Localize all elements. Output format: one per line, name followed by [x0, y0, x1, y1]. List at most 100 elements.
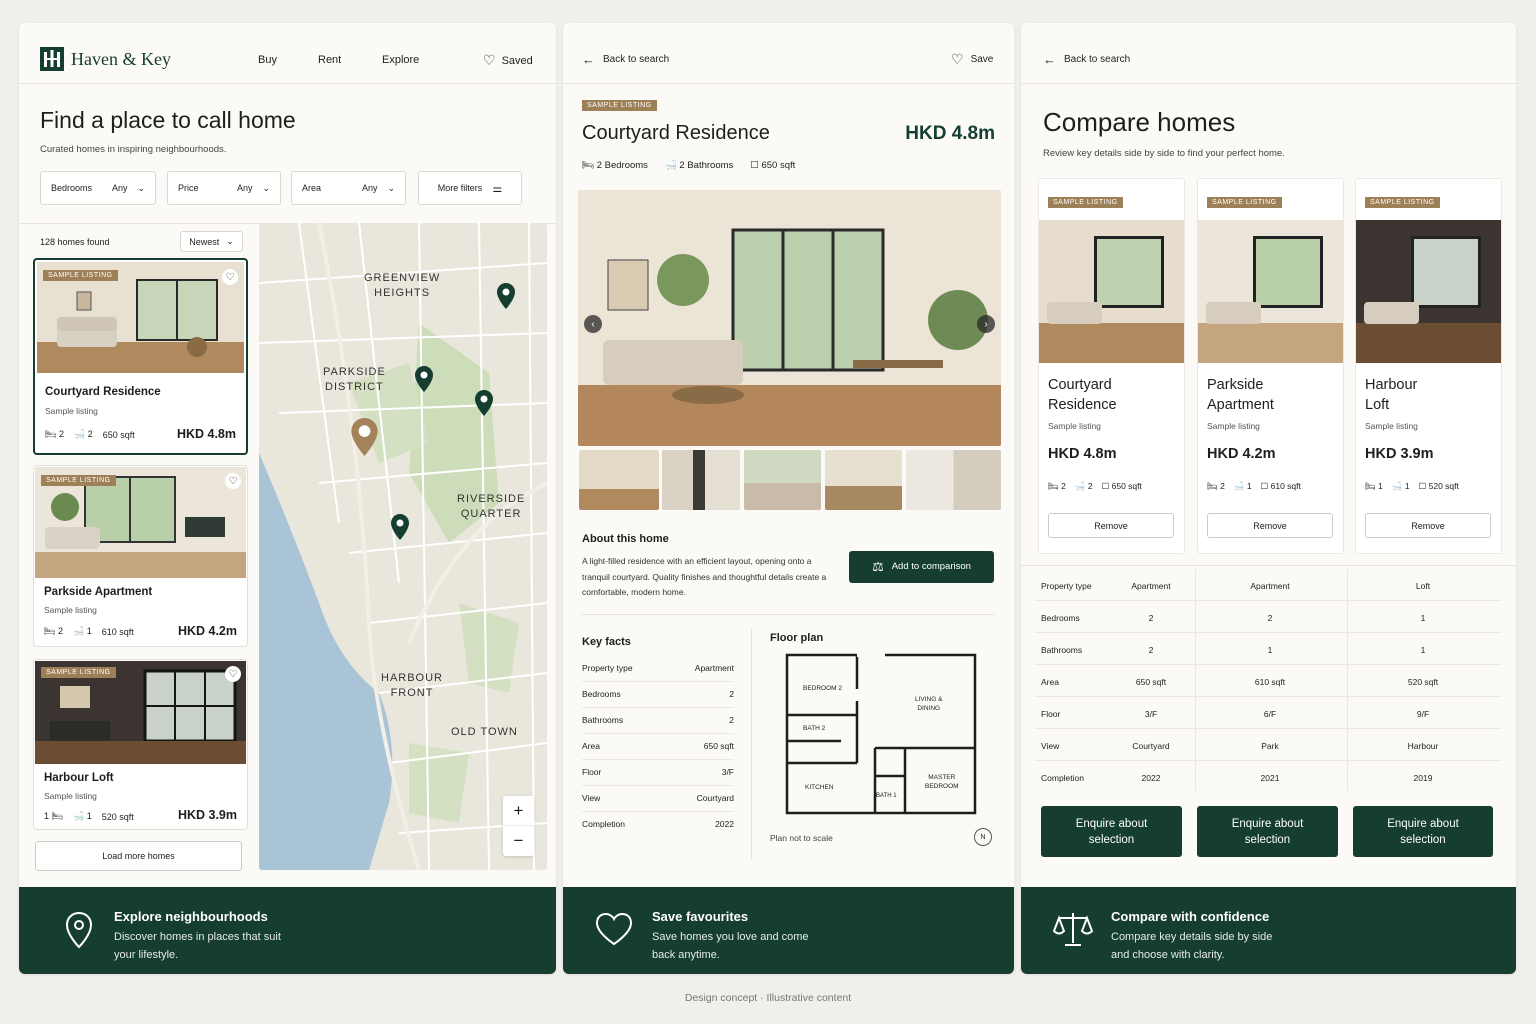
bed-icon: 🛏 — [1365, 481, 1376, 491]
brand-name: Haven & Key — [71, 48, 171, 69]
listing-subtitle: Sample listing — [45, 406, 98, 416]
chevron-down-icon: ⌄ — [387, 182, 395, 193]
thumbnail[interactable] — [825, 450, 902, 510]
page-subtitle: Curated homes in inspiring neighbourhood… — [40, 144, 227, 155]
more-filters-button[interactable]: More filters ⚌ — [418, 171, 522, 205]
header-divider — [563, 83, 1014, 84]
load-more-button[interactable]: Load more homes — [35, 841, 242, 871]
living-room-image — [578, 190, 1001, 446]
save-button[interactable]: ♡ Save — [951, 51, 993, 68]
thumbnail[interactable] — [662, 450, 740, 510]
heart-icon[interactable]: ♡ — [222, 269, 238, 285]
map-pin-selected-icon[interactable] — [351, 418, 378, 456]
baths-count: 1 — [86, 626, 92, 636]
heart-icon[interactable]: ♡ — [225, 473, 241, 489]
listing-card[interactable]: Sample listing ♡ Harbour Loft Sample lis… — [33, 659, 248, 830]
compare-row: Bathrooms 2 1 1 — [1035, 633, 1501, 665]
back-link[interactable]: ← Back to search — [582, 52, 669, 67]
logo-mark-icon — [40, 47, 64, 71]
feature-description: Save homes you love and come back anytime… — [652, 931, 809, 961]
thumbnail[interactable] — [744, 450, 821, 510]
key-fact-row: Property type Apartment — [582, 663, 734, 682]
compare-subtitle: Review key details side by side to find … — [1043, 148, 1285, 159]
compare-card: Sample listing Parkside Apartment Sample li… — [1197, 178, 1344, 554]
carousel-next-button[interactable]: › — [977, 315, 995, 333]
add-comparison-label: Add to comparison — [891, 561, 971, 572]
compare-home-price: HKD 4.2m — [1207, 446, 1276, 462]
enquire-button[interactable]: Enquire about selection — [1197, 806, 1338, 857]
key-fact-value: 2 — [729, 689, 734, 699]
results-count: 128 homes found — [40, 237, 110, 247]
nav-buy[interactable]: Buy — [258, 54, 277, 66]
remove-button[interactable]: Remove — [1048, 513, 1174, 538]
remove-button[interactable]: Remove — [1365, 513, 1491, 538]
thumbnail[interactable] — [579, 450, 659, 510]
filter-bedrooms[interactable]: Bedrooms Any ⌄ — [40, 171, 156, 205]
compare-cell: 2019 — [1413, 773, 1433, 783]
map-pin-icon[interactable] — [415, 366, 433, 392]
add-to-comparison-button[interactable]: ⚖ Add to comparison — [849, 551, 994, 583]
location-pin-icon — [65, 911, 93, 949]
header-divider — [1021, 83, 1516, 84]
key-fact-row: Area 650 sqft — [582, 741, 734, 760]
save-label: Save — [970, 54, 994, 65]
bath-icon: 🛁 — [1391, 481, 1403, 491]
filter-price[interactable]: Price Any ⌄ — [167, 171, 281, 205]
thumbnail[interactable] — [906, 450, 1001, 510]
compare-cell: 1 — [1267, 645, 1273, 655]
compare-cell: 9/F — [1416, 709, 1430, 719]
listing-card[interactable]: Sample listing ♡ Parkside Apartment Samp… — [33, 465, 248, 647]
compare-home-facts: 🛏 2 🛁 2 ☐ 650 sqft — [1048, 481, 1142, 492]
listing-subtitle: Sample listing — [44, 605, 97, 615]
key-fact-label: Area — [582, 741, 600, 751]
compare-cell: 2021 — [1260, 773, 1280, 783]
enquire-label: Enquire about selection — [1231, 817, 1304, 846]
compare-card: Sample listing Harbour Loft Sample listing H… — [1355, 178, 1502, 554]
arrow-left-icon: ← — [1043, 52, 1056, 67]
key-fact-row: Completion 2022 — [582, 819, 734, 837]
compare-cell: 2 — [1148, 645, 1154, 655]
remove-button[interactable]: Remove — [1207, 513, 1333, 538]
compare-row-label: Area — [1041, 677, 1059, 687]
compare-home-facts: 🛏 2 🛁 1 ☐ 610 sqft — [1207, 481, 1301, 492]
zoom-out-button[interactable]: − — [503, 826, 534, 856]
area-value: 520 sqft — [101, 811, 134, 822]
feature-description: Discover homes in places that suit your l… — [114, 931, 281, 961]
room-label: BATH 1 — [876, 793, 897, 799]
room-label: BEDROOM 2 — [803, 685, 843, 692]
area-icon: ☐ — [1260, 481, 1269, 491]
brand-logo[interactable]: Haven & Key — [40, 47, 171, 71]
compare-row-label: Bathrooms — [1041, 645, 1083, 655]
heart-icon[interactable]: ♡ — [225, 666, 241, 682]
saved-link[interactable]: ♡ Saved — [483, 52, 533, 69]
enquire-button[interactable]: Enquire about selection — [1041, 806, 1182, 857]
back-link[interactable]: ← Back to search — [1043, 52, 1130, 67]
compare-home-price: HKD 4.8m — [1048, 446, 1117, 462]
map-label: PARKSIDE DISTRICT — [323, 366, 386, 393]
map-pin-icon[interactable] — [391, 514, 409, 540]
map-pin-icon[interactable] — [475, 390, 493, 416]
baths-count: 1 — [1404, 481, 1410, 491]
filter-label: Bedrooms — [51, 183, 93, 193]
sort-select[interactable]: Newest ⌄ — [180, 231, 243, 252]
sofa-graphic — [1206, 302, 1261, 324]
map-view[interactable]: GREENVIEW HEIGHTS PARKSIDE DISTRICT RIVERS… — [259, 223, 547, 870]
listing-subtitle: Sample listing — [44, 791, 97, 801]
map-pin-icon[interactable] — [497, 283, 515, 309]
baths-count: 2 — [1087, 481, 1093, 491]
scales-icon: ⚖ — [872, 559, 884, 574]
nav-rent[interactable]: Rent — [318, 54, 341, 66]
bath-icon: 🛁 — [1074, 481, 1086, 491]
filter-label: Area — [302, 183, 322, 193]
compare-cell: 2 — [1267, 613, 1273, 623]
area-icon: ☐ — [1418, 481, 1427, 491]
nav-explore[interactable]: Explore — [382, 54, 419, 66]
column-divider — [1195, 569, 1196, 791]
filter-area[interactable]: Area Any ⌄ — [291, 171, 406, 205]
beds-count: 2 — [57, 626, 63, 636]
enquire-button[interactable]: Enquire about selection — [1353, 806, 1493, 857]
carousel-prev-button[interactable]: ‹ — [584, 315, 602, 333]
area-value: 650 sqft — [1111, 481, 1142, 491]
listing-card[interactable]: Sample listing ♡ Courtyard Residence Sam… — [33, 258, 248, 455]
zoom-in-button[interactable]: + — [503, 796, 534, 826]
